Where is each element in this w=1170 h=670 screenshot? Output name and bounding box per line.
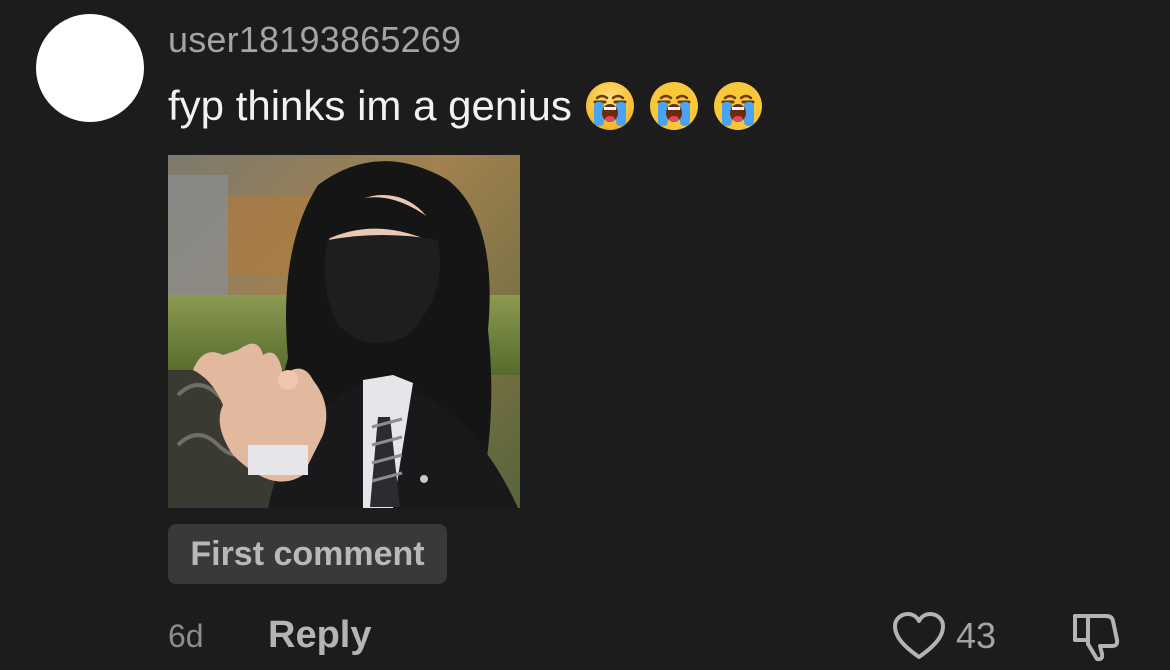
comment-timestamp: 6d — [168, 618, 204, 654]
first-comment-badge: First comment — [168, 524, 447, 584]
thumbs-down-icon[interactable] — [1070, 610, 1122, 662]
comment-username[interactable]: user18193865269 — [168, 18, 461, 62]
first-comment-label: First comment — [190, 534, 425, 573]
loudly-crying-face-emoji-icon — [648, 80, 700, 132]
avatar[interactable] — [36, 14, 144, 122]
like-count: 43 — [956, 615, 997, 656]
loudly-crying-face-emoji-icon — [712, 80, 764, 132]
loudly-crying-face-emoji-icon — [584, 80, 636, 132]
reply-button[interactable]: Reply — [268, 612, 371, 658]
comment-body: fyp thinks im a genius — [168, 78, 764, 134]
heart-icon[interactable] — [892, 611, 946, 661]
comment-photo-attachment[interactable] — [168, 155, 520, 508]
comment-text: fyp thinks im a genius — [168, 82, 572, 129]
